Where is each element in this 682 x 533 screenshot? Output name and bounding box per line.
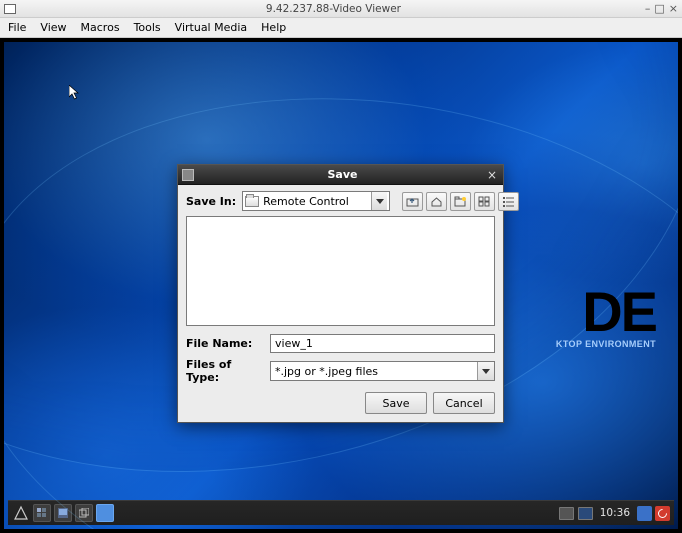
minimize-icon[interactable]: – (645, 3, 651, 14)
brand-tagline: KTOP ENVIRONMENT (556, 339, 656, 349)
file-name-label: File Name: (186, 337, 264, 350)
desktop-brand: DE KTOP ENVIRONMENT (556, 287, 656, 349)
dialog-title: Save (200, 168, 485, 181)
save-in-label: Save In: (186, 195, 236, 208)
save-dialog: Save × Save In: Remote Control (177, 164, 504, 423)
video-viewer-window: 9.42.237.88-Video Viewer – □ × File View… (0, 0, 682, 533)
tray-logout-icon[interactable] (655, 506, 670, 521)
cursor-icon (69, 85, 81, 101)
save-in-combo[interactable]: Remote Control (242, 191, 390, 211)
app-icon (4, 4, 16, 14)
menu-macros[interactable]: Macros (75, 19, 126, 36)
save-in-value: Remote Control (263, 195, 371, 208)
taskbar-clock[interactable]: 10:36 (597, 507, 633, 519)
desktop-wallpaper: DE KTOP ENVIRONMENT Save × Save In: (4, 42, 678, 529)
up-one-level-icon[interactable] (402, 192, 423, 211)
app-title: 9.42.237.88-Video Viewer (22, 3, 645, 15)
dialog-close-icon[interactable]: × (485, 168, 499, 182)
new-folder-icon[interactable] (450, 192, 471, 211)
taskbar-windows-icon[interactable] (75, 504, 93, 522)
file-name-input[interactable] (270, 334, 495, 353)
file-type-combo[interactable]: *.jpg or *.jpeg files (270, 361, 495, 381)
file-type-label: Files of Type: (186, 358, 264, 384)
details-view-icon[interactable] (498, 192, 519, 211)
file-type-dropdown-icon[interactable] (477, 362, 494, 380)
taskbar[interactable]: 10:36 (8, 500, 674, 525)
file-type-value: *.jpg or *.jpeg files (275, 365, 378, 378)
home-icon[interactable] (426, 192, 447, 211)
menu-help[interactable]: Help (255, 19, 292, 36)
save-in-dropdown-icon[interactable] (371, 192, 387, 210)
taskbar-show-desktop-icon[interactable] (54, 504, 72, 522)
close-icon[interactable]: × (669, 3, 678, 14)
tray-display-icon[interactable] (578, 507, 593, 520)
dialog-titlebar[interactable]: Save × (178, 165, 503, 185)
file-list-pane[interactable] (186, 216, 495, 326)
maximize-icon[interactable]: □ (654, 3, 664, 14)
cancel-button[interactable]: Cancel (433, 392, 495, 414)
app-titlebar[interactable]: 9.42.237.88-Video Viewer – □ × (0, 0, 682, 18)
remote-screen[interactable]: DE KTOP ENVIRONMENT Save × Save In: (0, 38, 682, 533)
menu-view[interactable]: View (34, 19, 72, 36)
list-view-icon[interactable] (474, 192, 495, 211)
menu-file[interactable]: File (2, 19, 32, 36)
dialog-icon (182, 169, 194, 181)
tray-lock-icon[interactable] (637, 506, 652, 521)
folder-icon (245, 196, 259, 207)
tray-icon-generic[interactable] (559, 507, 574, 520)
system-tray: 10:36 (559, 506, 670, 521)
menubar: File View Macros Tools Virtual Media Hel… (0, 18, 682, 38)
taskbar-pager-icon[interactable] (33, 504, 51, 522)
taskbar-entry-active[interactable] (96, 504, 114, 522)
file-chooser-toolbar (402, 192, 519, 211)
menu-tools[interactable]: Tools (128, 19, 167, 36)
start-menu-icon[interactable] (12, 504, 30, 522)
brand-logo-text: DE (556, 287, 656, 337)
save-button[interactable]: Save (365, 392, 427, 414)
menu-virtual-media[interactable]: Virtual Media (169, 19, 253, 36)
